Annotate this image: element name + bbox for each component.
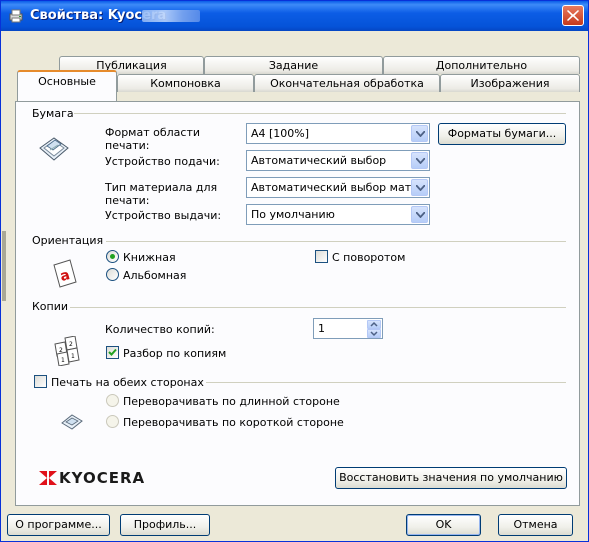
- chevron-down-icon[interactable]: [411, 179, 428, 196]
- profile-button-label: Профиль...: [133, 518, 197, 531]
- restore-defaults-label: Восстановить значения по умолчанию: [339, 471, 563, 484]
- printer-icon: [9, 9, 23, 23]
- paper-source-value: Автоматический выбор: [251, 154, 387, 167]
- separator: [70, 307, 566, 308]
- left-edge-marker: [2, 231, 6, 301]
- svg-text:2: 2: [59, 347, 63, 354]
- tab-basic[interactable]: Основные: [17, 70, 117, 101]
- separator: [106, 241, 566, 242]
- tab-job[interactable]: Задание: [204, 56, 383, 74]
- spin-up-icon[interactable]: [367, 320, 381, 329]
- output-tray-value: По умолчанию: [251, 208, 335, 221]
- tab-label: Основные: [38, 75, 96, 88]
- paper-formats-button[interactable]: Форматы бумаги...: [438, 123, 566, 145]
- media-type-select[interactable]: Автоматический выбор мат: [246, 177, 430, 198]
- title-bar[interactable]: Свойства: Kyocera: [1, 1, 588, 31]
- chevron-down-icon[interactable]: [411, 152, 428, 169]
- duplex-label[interactable]: Печать на обеих сторонах: [51, 376, 204, 389]
- tab-label: Окончательная обработка: [270, 77, 424, 90]
- output-tray-label: Устройство выдачи:: [105, 209, 222, 222]
- restore-defaults-button[interactable]: Восстановить значения по умолчанию: [335, 467, 567, 489]
- portrait-radio[interactable]: [106, 250, 119, 263]
- long-edge-label[interactable]: Переворачивать по длинной стороне: [123, 395, 340, 408]
- output-tray-select[interactable]: По умолчанию: [246, 204, 430, 225]
- short-edge-label[interactable]: Переворачивать по короткой стороне: [123, 416, 344, 429]
- paper-icon: [39, 137, 69, 161]
- cancel-button[interactable]: Отмена: [498, 514, 573, 536]
- tab-label: Компоновка: [150, 77, 221, 90]
- copies-spinner[interactable]: 1: [313, 318, 383, 339]
- collate-checkbox[interactable]: [106, 346, 119, 359]
- tab-advanced[interactable]: Дополнительно: [383, 56, 580, 74]
- landscape-label[interactable]: Альбомная: [123, 269, 186, 282]
- printer-properties-window: Свойства: Kyocera Публикация Задание Доп…: [0, 0, 589, 542]
- spin-down-icon[interactable]: [367, 329, 381, 338]
- close-button[interactable]: [562, 5, 584, 26]
- section-orientation: Ориентация: [32, 234, 104, 247]
- section-paper: Бумага: [32, 107, 74, 120]
- copies-value: 1: [318, 322, 325, 335]
- short-edge-radio[interactable]: [106, 415, 119, 428]
- media-type-label: Тип материала для печати:: [105, 181, 218, 207]
- tab-label: Задание: [268, 59, 319, 72]
- paper-format-label: Формат области печати:: [105, 126, 201, 152]
- separator: [206, 382, 566, 383]
- portrait-label[interactable]: Книжная: [123, 251, 176, 264]
- about-button[interactable]: О программе...: [7, 514, 110, 536]
- copies-count-label: Количество копий:: [105, 323, 215, 336]
- svg-text:1: 1: [61, 357, 65, 364]
- rotated-label[interactable]: С поворотом: [332, 251, 405, 264]
- section-copies: Копии: [32, 300, 69, 313]
- ok-button-label: OK: [435, 518, 452, 531]
- paper-formats-button-label: Форматы бумаги...: [447, 127, 557, 140]
- paper-format-select[interactable]: A4 [100%]: [246, 123, 430, 144]
- close-icon: [567, 10, 579, 21]
- paper-source-label: Устройство подачи:: [105, 155, 220, 168]
- separator: [71, 113, 566, 114]
- rotated-checkbox[interactable]: [315, 250, 328, 263]
- collate-icon: 2 2 1 1: [54, 336, 80, 366]
- kyocera-logo-text: KYOCERA: [59, 469, 146, 487]
- tab-layout[interactable]: Компоновка: [117, 74, 254, 92]
- long-edge-radio[interactable]: [106, 394, 119, 407]
- cancel-button-label: Отмена: [513, 518, 558, 531]
- portrait-icon: a: [53, 259, 77, 288]
- media-type-value: Автоматический выбор мат: [251, 181, 412, 194]
- profile-button[interactable]: Профиль...: [120, 514, 210, 536]
- about-button-label: О программе...: [15, 518, 102, 531]
- duplex-checkbox[interactable]: [34, 375, 47, 388]
- redacted-printer-name: [142, 10, 200, 22]
- duplex-icon: [61, 414, 83, 430]
- svg-text:1: 1: [71, 353, 75, 360]
- collate-label[interactable]: Разбор по копиям: [123, 347, 226, 360]
- ok-button[interactable]: OK: [406, 514, 481, 536]
- tab-label: Дополнительно: [435, 59, 528, 72]
- paper-format-value: A4 [100%]: [251, 127, 310, 140]
- svg-text:2: 2: [69, 341, 73, 348]
- chevron-down-icon[interactable]: [411, 206, 428, 223]
- kyocera-logo-icon: [39, 471, 57, 485]
- tab-finishing[interactable]: Окончательная обработка: [254, 74, 440, 92]
- radio-dot: [110, 254, 115, 259]
- check-icon: [108, 348, 117, 356]
- landscape-radio[interactable]: [106, 268, 119, 281]
- chevron-down-icon[interactable]: [411, 125, 428, 142]
- paper-source-select[interactable]: Автоматический выбор: [246, 150, 430, 171]
- tab-label: Изображения: [470, 77, 550, 90]
- tab-imaging[interactable]: Изображения: [440, 74, 580, 92]
